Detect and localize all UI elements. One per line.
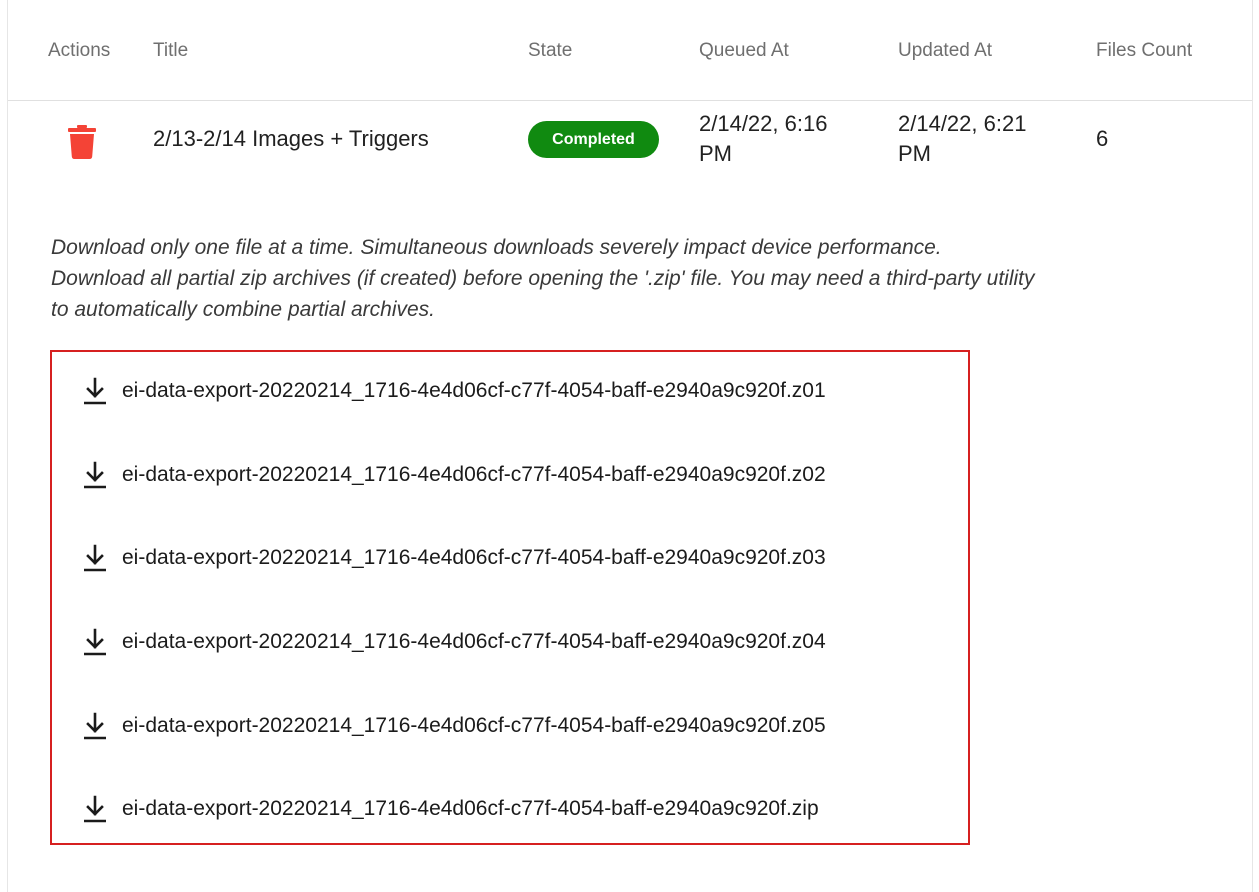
row-queued-at: 2/14/22, 6:16 PM bbox=[699, 109, 827, 169]
download-icon bbox=[84, 544, 106, 572]
download-link-zip[interactable]: ei-data-export-20220214_1716-4e4d06cf-c7… bbox=[82, 789, 819, 829]
file-name: ei-data-export-20220214_1716-4e4d06cf-c7… bbox=[122, 463, 826, 486]
row-title: 2/13-2/14 Images + Triggers bbox=[153, 126, 429, 151]
header-updated-at[interactable]: Updated At bbox=[898, 40, 992, 62]
table-header: Actions Title State Queued At Updated At… bbox=[8, 0, 1252, 101]
notice-line-1: Download only one file at a time. Simult… bbox=[51, 236, 942, 259]
download-link-z04[interactable]: ei-data-export-20220214_1716-4e4d06cf-c7… bbox=[82, 622, 826, 662]
download-link-z05[interactable]: ei-data-export-20220214_1716-4e4d06cf-c7… bbox=[82, 706, 826, 746]
row-files-count: 6 bbox=[1096, 126, 1109, 151]
file-name: ei-data-export-20220214_1716-4e4d06cf-c7… bbox=[122, 630, 826, 653]
download-link-z02[interactable]: ei-data-export-20220214_1716-4e4d06cf-c7… bbox=[82, 455, 826, 495]
file-name: ei-data-export-20220214_1716-4e4d06cf-c7… bbox=[122, 546, 826, 569]
file-name: ei-data-export-20220214_1716-4e4d06cf-c7… bbox=[122, 379, 826, 402]
notice-line-2: Download all partial zip archives (if cr… bbox=[51, 267, 1035, 290]
queued-at-line-2: PM bbox=[699, 141, 732, 166]
notice-line-3: to automatically combine partial archive… bbox=[51, 298, 436, 321]
updated-at-line-2: PM bbox=[898, 141, 931, 166]
header-title[interactable]: Title bbox=[153, 40, 188, 62]
delete-button[interactable] bbox=[68, 125, 96, 159]
row-updated-at: 2/14/22, 6:21 PM bbox=[898, 109, 1026, 169]
download-link-z03[interactable]: ei-data-export-20220214_1716-4e4d06cf-c7… bbox=[82, 538, 826, 578]
download-link-z01[interactable]: ei-data-export-20220214_1716-4e4d06cf-c7… bbox=[82, 371, 826, 411]
status-badge: Completed bbox=[528, 121, 659, 158]
download-icon bbox=[84, 712, 106, 740]
download-files-list: ei-data-export-20220214_1716-4e4d06cf-c7… bbox=[50, 350, 970, 845]
right-divider bbox=[1252, 0, 1253, 892]
download-notice: Download only one file at a time. Simult… bbox=[51, 232, 1221, 325]
header-files-count[interactable]: Files Count bbox=[1096, 40, 1192, 62]
header-queued-at[interactable]: Queued At bbox=[699, 40, 789, 62]
file-name: ei-data-export-20220214_1716-4e4d06cf-c7… bbox=[122, 797, 819, 820]
queued-at-line-1: 2/14/22, 6:16 bbox=[699, 111, 828, 136]
table-row: 2/13-2/14 Images + Triggers Completed 2/… bbox=[8, 101, 1252, 181]
header-actions: Actions bbox=[48, 40, 111, 61]
download-icon bbox=[84, 795, 106, 823]
download-icon bbox=[84, 628, 106, 656]
export-jobs-page: Actions Title State Queued At Updated At… bbox=[0, 0, 1259, 892]
updated-at-line-1: 2/14/22, 6:21 bbox=[898, 111, 1027, 136]
download-icon bbox=[84, 461, 106, 489]
trash-icon bbox=[68, 125, 96, 159]
header-state[interactable]: State bbox=[528, 40, 572, 62]
download-icon bbox=[84, 377, 106, 405]
file-name: ei-data-export-20220214_1716-4e4d06cf-c7… bbox=[122, 714, 826, 737]
